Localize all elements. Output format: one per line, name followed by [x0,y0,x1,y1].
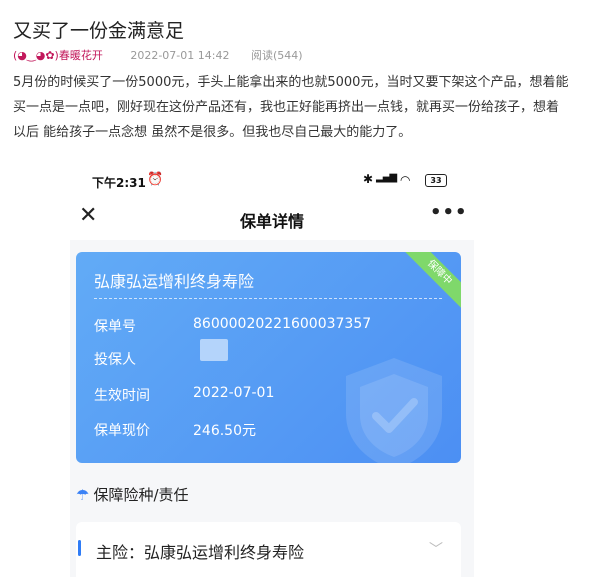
main-policy-row[interactable]: 主险：弘康弘运增利终身寿险 ﹀ [76,522,461,577]
product-name: 弘康弘运增利终身寿险 [94,272,255,291]
cash-value: 246.50元 [193,423,256,439]
post-title: 又买了一份金满意足 [13,20,185,42]
redacted-holder-name [200,339,228,361]
signal-icon: ▂▄▆ [376,172,397,183]
policy-screenshot: 下午2:31 ⏰ ✱ ▂▄▆ ◠ 33 ✕ 保单详情 ••• 弘康弘运增利终身寿… [70,162,474,577]
post-date: 2022-07-01 14:42 [130,49,230,62]
battery-icon: 33 [425,174,447,187]
post-body: 5月份的时候买了一份5000元，手头上能拿出来的也就5000元，当时又要下架这个… [13,70,581,145]
accent-bar [78,540,81,556]
body-line: 5月份的时候买了一份5000元，手头上能拿出来的也就5000元，当时又要下架这个… [13,75,569,90]
chevron-down-icon[interactable]: ﹀ [429,539,443,559]
coverage-section-title: 保障险种/责任 [93,486,189,504]
author-link[interactable]: (◕‿◕✿)春暖花开 [13,49,103,62]
more-icon[interactable]: ••• [430,202,468,223]
view-count: 阅读(544) [250,49,303,62]
bluetooth-icon: ✱ [363,172,374,186]
field-label: 保单现价 [94,423,150,439]
status-bar: 下午2:31 ⏰ ✱ ▂▄▆ ◠ 33 [70,162,474,198]
shield-check-icon [346,358,442,463]
main-policy-label: 主险：弘康弘运增利终身寿险 [96,543,305,562]
field-label: 投保人 [94,352,136,368]
policy-card[interactable]: 弘康弘运增利终身寿险 保障中 保单号 86000020221600037357 … [76,252,461,463]
field-label: 保单号 [94,319,136,335]
effective-date: 2022-07-01 [193,385,275,401]
alarm-icon: ⏰ [147,172,164,187]
post-meta: (◕‿◕✿)春暖花开 2022-07-01 14:42 阅读(544) [13,47,303,63]
umbrella-icon: ☂ [76,486,90,504]
nav-bar: ✕ 保单详情 ••• [70,198,474,240]
status-ribbon: 保障中 [397,252,461,315]
nav-title: 保单详情 [239,212,304,231]
wifi-icon: ◠ [400,173,411,187]
coverage-section-header: ☂ 保障险种/责任 [76,484,189,505]
policy-number: 86000020221600037357 [193,316,372,332]
field-label: 生效时间 [94,388,150,404]
body-line: 以后 能给孩子一点念想 虽然不是很多。但我也尽自己最大的能力了。 [13,125,412,140]
card-divider [94,298,442,299]
body-line: 买一点是一点吧，刚好现在这份产品还有，我也正好能再挤出一点钱，就再买一份给孩子，… [13,100,560,115]
status-time: 下午2:31 [92,176,146,190]
